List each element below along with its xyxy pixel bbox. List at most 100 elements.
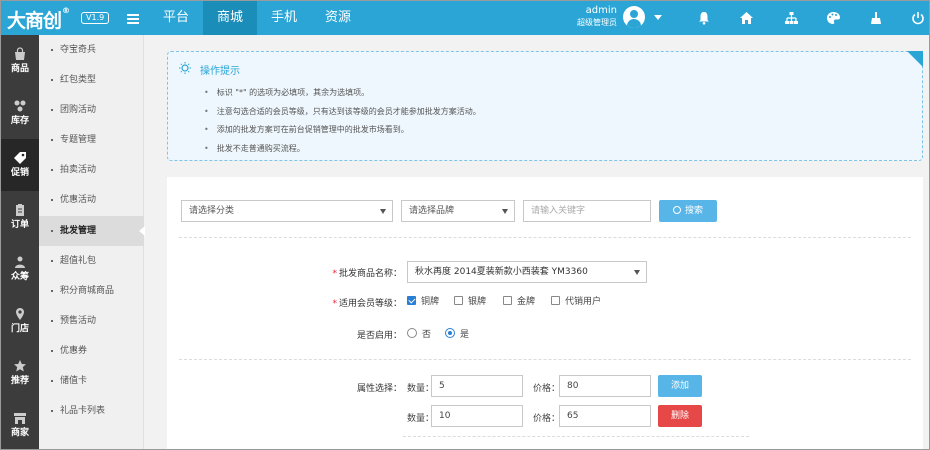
top-nav: 平台 商城 手机 资源 [149, 1, 365, 35]
sidebar-item-label: 订单 [10, 220, 29, 230]
keyword-input[interactable]: 请输入关键字 [523, 200, 651, 222]
sitemap-icon[interactable] [774, 1, 808, 35]
qty-label: 数量： [407, 384, 435, 394]
chevron-down-icon [634, 270, 640, 275]
broom-icon[interactable] [859, 1, 893, 35]
search-button[interactable]: 搜索 [659, 200, 717, 222]
submenu-item[interactable]: 礼品卡列表 [39, 396, 144, 426]
brand-select[interactable]: 请选择品牌 [401, 200, 515, 222]
submenu-item-active[interactable]: 批发管理 [39, 216, 145, 246]
submenu-item[interactable]: 超值礼包 [39, 246, 144, 276]
qty-input[interactable]: 5 [431, 375, 523, 397]
sub-sidebar: 夺宝奇兵 红包类型 团购活动 专题管理 拍卖活动 优惠活动 批发管理 超值礼包 … [39, 35, 145, 449]
user-info[interactable]: admin 超级管理员 [567, 5, 617, 29]
chevron-down-icon[interactable] [654, 15, 662, 20]
enable-label: 是否启用： [356, 331, 402, 341]
stock-icon [14, 100, 26, 112]
search-icon [672, 206, 681, 214]
sidebar-item-label: 商家 [10, 428, 29, 438]
logo-text: 大商创 [7, 10, 62, 32]
tip-item: 添加的批发方案可在前台促销管理中的批发市场看到。 [204, 121, 481, 140]
sidebar-item-crowdfunding[interactable]: 众筹 [1, 243, 39, 295]
goods-icon [15, 47, 25, 60]
divider [179, 359, 911, 360]
lightbulb-icon [179, 62, 191, 74]
power-icon[interactable] [901, 1, 929, 35]
sidebar-item-stock[interactable]: 库存 [1, 87, 39, 139]
member-level-silver[interactable]: 银牌 [454, 296, 486, 308]
order-icon [16, 204, 24, 216]
star-icon [14, 360, 26, 372]
chevron-down-icon [380, 209, 386, 214]
submenu-item[interactable]: 积分商城商品 [39, 276, 144, 306]
sidebar-item-merchant[interactable]: 商家 [1, 399, 39, 449]
sidebar-item-recommend[interactable]: 推荐 [1, 347, 39, 399]
divider [403, 436, 749, 437]
submenu-item[interactable]: 优惠活动 [39, 185, 144, 215]
attribute-label: 属性选择： [356, 384, 402, 394]
sidebar-item-label: 推荐 [10, 376, 29, 386]
member-level-label: * 适用会员等级： [332, 299, 402, 309]
sidebar-item-label: 众筹 [10, 272, 29, 282]
member-level-reseller[interactable]: 代销用户 [551, 296, 601, 308]
submenu-item[interactable]: 拍卖活动 [39, 155, 144, 185]
product-name-label: * 批发商品名称： [332, 269, 402, 279]
palette-icon[interactable] [816, 1, 850, 35]
submenu-item[interactable]: 储值卡 [39, 366, 144, 396]
member-level-bronze[interactable]: 铜牌 [407, 296, 439, 308]
crowdfunding-icon [15, 256, 25, 268]
enable-no-radio[interactable]: 否 [407, 328, 431, 341]
store-icon [16, 308, 24, 320]
home-icon[interactable] [729, 1, 763, 35]
tab-mall[interactable]: 商城 [203, 1, 258, 35]
submenu-item[interactable]: 团购活动 [39, 95, 144, 125]
chevron-down-icon [502, 209, 508, 214]
tab-platform[interactable]: 平台 [149, 1, 203, 35]
submenu-item[interactable]: 专题管理 [39, 125, 144, 155]
category-select[interactable]: 请选择分类 [181, 200, 393, 222]
submenu-item[interactable]: 红包类型 [39, 65, 144, 95]
logo[interactable]: 大商创® [7, 6, 70, 33]
main-sidebar: 商品 库存 促销 订单 众筹 门店 推荐 商家 [1, 35, 39, 449]
tips-list: 标识 "*" 的选项为必填项，其余为选填项。 注意勾选合适的会员等级，只有达到该… [204, 84, 481, 158]
avatar[interactable] [623, 6, 645, 28]
app-window: 大商创® V1.9 平台 商城 手机 资源 admin 超级管理员 商品 库存 … [0, 0, 930, 450]
promotion-icon [14, 152, 26, 164]
enable-yes-radio[interactable]: 是 [445, 328, 469, 341]
sidebar-item-label: 促销 [10, 168, 29, 178]
tab-resources[interactable]: 资源 [311, 1, 365, 35]
submenu-item[interactable]: 预售活动 [39, 306, 144, 336]
sidebar-item-promotion[interactable]: 促销 [1, 139, 39, 191]
qty-label: 数量： [407, 414, 435, 424]
bell-icon[interactable] [687, 1, 721, 35]
product-select[interactable]: 秋水再度 2014夏装新款小西装套 YM3360 [407, 261, 647, 283]
qty-input[interactable]: 10 [431, 405, 523, 427]
sidebar-item-label: 商品 [10, 64, 29, 74]
submenu-item[interactable]: 优惠券 [39, 336, 144, 366]
tip-item: 注意勾选合适的会员等级，只有达到该等级的会员才能参加批发方案活动。 [204, 103, 481, 122]
tab-mobile[interactable]: 手机 [257, 1, 311, 35]
price-input[interactable]: 65 [559, 405, 651, 427]
add-row-button[interactable]: 添加 [658, 375, 702, 397]
tip-item: 批发不走普通购买流程。 [204, 140, 481, 159]
user-name: admin [585, 5, 617, 16]
sidebar-item-store[interactable]: 门店 [1, 295, 39, 347]
menu-toggle-icon[interactable] [127, 14, 139, 24]
member-level-gold[interactable]: 金牌 [503, 296, 535, 308]
logo-registered-mark: ® [62, 6, 70, 15]
top-bar: 大商创® V1.9 平台 商城 手机 资源 admin 超级管理员 [1, 1, 929, 35]
user-role: 超级管理员 [577, 18, 617, 27]
tips-box: 操作提示 标识 "*" 的选项为必填项，其余为选填项。 注意勾选合适的会员等级，… [167, 51, 923, 161]
tip-item: 标识 "*" 的选项为必填项，其余为选填项。 [204, 84, 481, 103]
form-panel: 请选择分类 请选择品牌 请输入关键字 搜索 * 批发商品名称： 秋水再度 2014… [167, 177, 923, 449]
version-badge: V1.9 [81, 12, 110, 24]
sidebar-item-goods[interactable]: 商品 [1, 35, 39, 87]
delete-row-button[interactable]: 删除 [658, 405, 702, 427]
price-input[interactable]: 80 [559, 375, 651, 397]
merchant-icon [14, 413, 26, 424]
submenu-item[interactable]: 夺宝奇兵 [39, 35, 144, 65]
price-label: 价格： [533, 384, 561, 394]
sidebar-item-label: 门店 [10, 324, 29, 334]
corner-fold[interactable] [907, 51, 923, 67]
sidebar-item-order[interactable]: 订单 [1, 191, 39, 243]
